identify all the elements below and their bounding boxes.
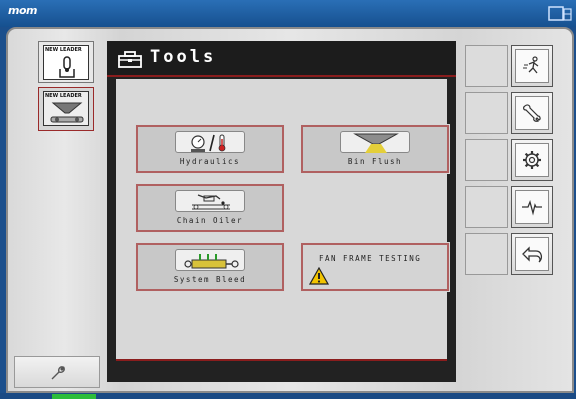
hydraulics-button[interactable]: Hydraulics — [135, 124, 285, 174]
bin-flush-icon — [340, 131, 410, 153]
waveform-icon — [522, 199, 542, 216]
chain-oiler-label: Chain Oiler — [176, 216, 244, 225]
brand-logo: mom — [8, 4, 37, 17]
empty-slot — [465, 139, 508, 181]
empty-slot — [465, 186, 508, 228]
run-button[interactable] — [511, 45, 553, 87]
panel-footer — [107, 363, 456, 382]
empty-slot — [465, 45, 508, 87]
chain-oiler-icon — [175, 190, 245, 212]
tools-button[interactable] — [511, 92, 553, 134]
back-arrow-icon — [522, 246, 543, 263]
wrench-icon — [523, 104, 541, 122]
settings-wrench-button[interactable] — [14, 356, 100, 388]
top-bar: mom — [0, 0, 576, 27]
bin-flush-button[interactable]: Bin Flush — [300, 124, 450, 174]
hydraulics-label: Hydraulics — [179, 157, 241, 166]
system-bleed-label: System Bleed — [173, 275, 247, 284]
panel-header: Tools — [107, 41, 456, 77]
settings-button[interactable] — [511, 139, 553, 181]
gear-icon — [523, 151, 541, 169]
hydraulics-pressure-temp-icon — [175, 131, 245, 153]
window-switch-icon[interactable] — [548, 6, 572, 22]
status-indicator — [52, 394, 96, 399]
chain-oiler-button[interactable]: Chain Oiler — [135, 183, 285, 233]
fan-frame-testing-button[interactable]: FAN FRAME TESTING — [300, 242, 450, 292]
new-leader-logo: NEW LEADER — [45, 93, 82, 99]
diagnostics-button[interactable] — [511, 186, 553, 228]
warning-icon — [309, 267, 329, 285]
wrench-icon — [51, 366, 65, 380]
new-leader-logo: NEW LEADER — [45, 47, 82, 53]
empty-slot — [465, 92, 508, 134]
run-icon — [523, 56, 539, 74]
fan-frame-testing-label: FAN FRAME TESTING — [319, 254, 422, 263]
system-bleed-icon — [175, 249, 245, 271]
tools-panel: Tools Hydraulics Bin Flush Chain Oiler S… — [107, 41, 456, 382]
back-button[interactable] — [511, 233, 553, 275]
tools-grid: Hydraulics Bin Flush Chain Oiler System … — [116, 79, 450, 361]
tab-spreader[interactable]: NEW LEADER — [38, 87, 94, 131]
spreader-hopper-icon — [50, 102, 84, 123]
toolbox-icon — [118, 51, 142, 68]
tab-hydraulic-control[interactable]: NEW LEADER — [38, 41, 94, 83]
bin-flush-label: Bin Flush — [347, 157, 403, 166]
empty-slot — [465, 233, 508, 275]
hydraulic-lever-icon — [59, 56, 75, 78]
page-title: Tools — [150, 47, 217, 67]
system-bleed-button[interactable]: System Bleed — [135, 242, 285, 292]
